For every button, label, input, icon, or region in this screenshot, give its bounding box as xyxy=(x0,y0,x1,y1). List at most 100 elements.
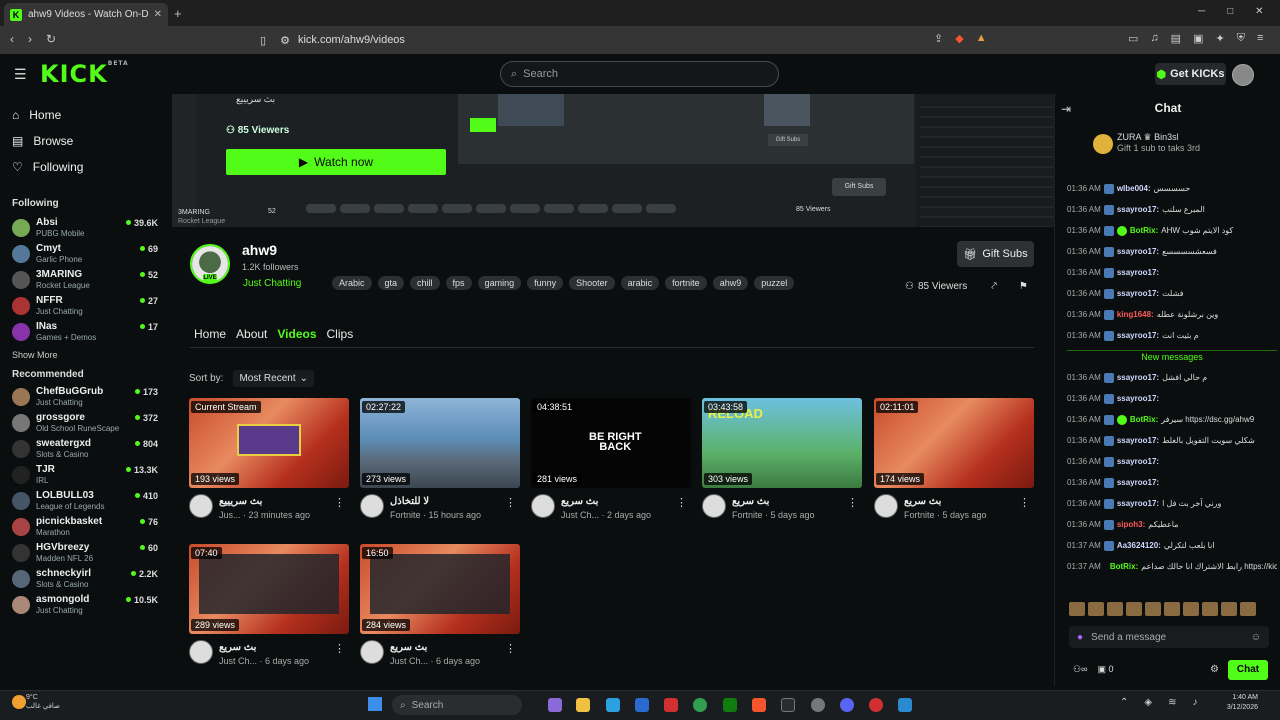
uploader-avatar[interactable] xyxy=(189,494,213,518)
emoji-icon[interactable]: ☺ xyxy=(1251,632,1261,643)
more-options-icon[interactable]: ⋮ xyxy=(334,496,345,509)
message-username[interactable]: BotRix: xyxy=(1110,556,1138,577)
reader-icon[interactable]: ▤ xyxy=(1171,32,1181,45)
more-options-icon[interactable]: ⋮ xyxy=(505,642,516,655)
video-thumbnail[interactable]: RELOAD 03:43:58 303 views xyxy=(702,398,862,488)
back-icon[interactable]: ‹ xyxy=(10,32,14,46)
tag-chip[interactable]: arabic xyxy=(620,276,660,290)
emote-bar[interactable] xyxy=(1069,602,1269,618)
uploader-avatar[interactable] xyxy=(360,494,384,518)
chrome-icon[interactable] xyxy=(693,698,707,712)
message-username[interactable]: ssayroo17: xyxy=(1117,283,1159,304)
user-avatar[interactable] xyxy=(1232,64,1254,86)
vpn-icon[interactable]: ⛨ xyxy=(1237,32,1245,45)
nav-home[interactable]: ⌂ Home xyxy=(0,102,172,128)
video-title[interactable]: بث سريع xyxy=(732,494,815,507)
tab-about[interactable]: About xyxy=(236,327,267,341)
sidebar-channel[interactable]: Absi PUBG Mobile 39.6K xyxy=(0,215,172,241)
uploader-avatar[interactable] xyxy=(531,494,555,518)
wallet-icon[interactable]: ▣ xyxy=(1193,32,1203,45)
message-username[interactable]: ssayroo17: xyxy=(1117,388,1159,409)
sidebar-channel[interactable]: NFFR Just Chatting 27 xyxy=(0,293,172,319)
video-thumbnail[interactable]: 02:27:22 273 views xyxy=(360,398,520,488)
tag-chip[interactable]: chill xyxy=(410,276,440,290)
taskbar-search[interactable]: ⌕ Search xyxy=(392,695,522,715)
sidebar-channel[interactable]: HGVbreezy Madden NFL 26 60 xyxy=(0,540,172,566)
sidebar-channel[interactable]: INas Games + Demos 17 xyxy=(0,319,172,345)
more-options-icon[interactable]: ⋮ xyxy=(334,642,345,655)
discord-icon[interactable] xyxy=(840,698,854,712)
site-info-icon[interactable]: ⚙ xyxy=(280,34,290,47)
message-username[interactable]: ssayroo17: xyxy=(1117,430,1159,451)
sidebar-channel[interactable]: grossgore Old School RuneScape 372 xyxy=(0,410,172,436)
tag-chip[interactable]: fortnite xyxy=(665,276,707,290)
search-input[interactable]: ⌕ Search xyxy=(500,61,779,87)
message-username[interactable]: ssayroo17: xyxy=(1117,262,1159,283)
uploader-avatar[interactable] xyxy=(874,494,898,518)
sidebar-channel[interactable]: sweatergxd Slots & Casino 804 xyxy=(0,436,172,462)
close-tab-icon[interactable]: ✕ xyxy=(154,9,162,20)
watch-now-button[interactable]: ▶ Watch now xyxy=(226,149,446,175)
terminal-icon[interactable] xyxy=(781,698,795,712)
more-options-icon[interactable]: ⋮ xyxy=(847,496,858,509)
message-username[interactable]: ssayroo17: xyxy=(1117,493,1159,514)
channel-category[interactable]: Just Chatting xyxy=(243,278,301,289)
chat-send-button[interactable]: Chat xyxy=(1228,660,1268,680)
tab-clips[interactable]: Clips xyxy=(327,327,354,341)
file-explorer-icon[interactable] xyxy=(576,698,590,712)
reload-icon[interactable]: ↻ xyxy=(46,32,56,46)
gift-subs-button[interactable]: 🎁︎ Gift Subs xyxy=(957,241,1034,267)
message-username[interactable]: Aa3624120: xyxy=(1117,535,1161,556)
video-thumbnail[interactable]: 02:11:01 174 views xyxy=(874,398,1034,488)
volume-icon[interactable]: ♪ xyxy=(1192,697,1197,708)
video-card[interactable]: 16:50 284 views بث سريع Just Ch... · 6 days… xyxy=(360,544,520,674)
sidebar-channel[interactable]: asmongold Just Chatting 10.5K xyxy=(0,592,172,618)
tag-chip[interactable]: fps xyxy=(445,276,472,290)
sidebar-channel[interactable]: picnickbasket Marathon 76 xyxy=(0,514,172,540)
video-card[interactable]: BE RIGHT BACK 04:38:51 281 views بث سريع Just… xyxy=(531,398,691,528)
nav-browse[interactable]: ▤ Browse xyxy=(0,128,172,154)
message-username[interactable]: ssayroo17: xyxy=(1117,325,1159,346)
media-icon[interactable]: ♫ xyxy=(1150,32,1158,45)
nav-following[interactable]: ♡ Following xyxy=(0,154,172,180)
send-message-input[interactable]: ● Send a message ☺ xyxy=(1069,626,1269,648)
tab-home[interactable]: Home xyxy=(194,327,226,341)
uploader-avatar[interactable] xyxy=(189,640,213,664)
tag-chip[interactable]: ahw9 xyxy=(712,276,749,290)
tag-chip[interactable]: Arabic xyxy=(332,276,372,290)
report-icon[interactable]: ⚑ xyxy=(1019,281,1028,292)
clock[interactable]: 1:40 AM 3/12/2026 xyxy=(1227,693,1258,713)
video-thumbnail[interactable]: Current Stream 193 views xyxy=(189,398,349,488)
message-username[interactable]: ssayroo17: xyxy=(1117,451,1159,472)
message-username[interactable]: king1648: xyxy=(1117,304,1154,325)
video-thumbnail[interactable]: 16:50 284 views xyxy=(360,544,520,634)
bookmark-icon[interactable]: ▯ xyxy=(260,34,266,47)
sidebar-channel[interactable]: ChefBuGGrub Just Chatting 173 xyxy=(0,384,172,410)
tag-chip[interactable]: gta xyxy=(377,276,405,290)
minimize-icon[interactable]: ─ xyxy=(1198,6,1205,17)
browser-tab[interactable]: K ahw9 Videos - Watch On-Deman ✕ xyxy=(4,3,168,26)
tag-chip[interactable]: puzzel xyxy=(754,276,795,290)
video-title[interactable]: بث سريع xyxy=(561,494,651,507)
tab-videos[interactable]: Videos xyxy=(277,327,316,341)
message-username[interactable]: BotRix: xyxy=(1130,409,1158,430)
rewards-icon[interactable]: ▲ xyxy=(976,32,987,45)
store-icon[interactable] xyxy=(635,698,649,712)
message-username[interactable]: ssayroo17: xyxy=(1117,367,1159,388)
new-tab-icon[interactable]: + xyxy=(174,6,182,21)
video-thumbnail[interactable]: BE RIGHT BACK 04:38:51 281 views xyxy=(531,398,691,488)
sidebar-channel[interactable]: schneckyirl Slots & Casino 2.2K xyxy=(0,566,172,592)
tag-chip[interactable]: Shooter xyxy=(569,276,615,290)
video-title[interactable]: بث سريع xyxy=(390,640,480,653)
sidebar-channel[interactable]: TJR IRL 13.3K xyxy=(0,462,172,488)
video-title[interactable]: بث سريييع xyxy=(219,494,310,507)
video-card[interactable]: RELOAD 03:43:58 303 views بث سريع Fortnite ·… xyxy=(702,398,862,528)
close-window-icon[interactable]: ✕ xyxy=(1255,6,1263,17)
uploader-avatar[interactable] xyxy=(702,494,726,518)
app-icon-blue[interactable] xyxy=(898,698,912,712)
video-title[interactable]: بث سريع xyxy=(904,494,987,507)
sidebar-channel[interactable]: LOLBULL03 League of Legends 410 xyxy=(0,488,172,514)
maximize-icon[interactable]: □ xyxy=(1227,6,1233,17)
message-username[interactable]: sipoh3: xyxy=(1117,514,1145,535)
message-username[interactable]: ssayroo17: xyxy=(1117,241,1159,262)
